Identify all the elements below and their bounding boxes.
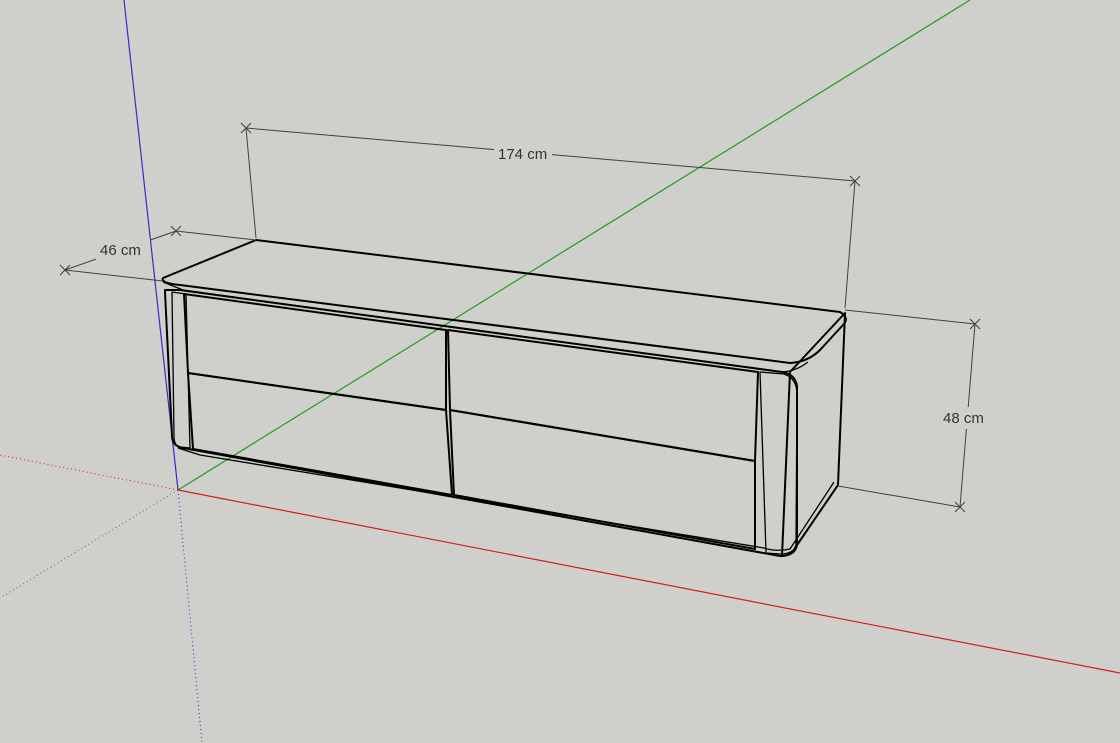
dimension-depth-label: 46 cm (100, 242, 141, 259)
drawer-top-left[interactable] (183, 293, 447, 411)
right-panel (759, 371, 798, 555)
dimension-height-label: 48 cm (943, 410, 984, 427)
drawer-bottom-left[interactable] (187, 372, 453, 496)
green-axis-hidden (0, 489, 179, 599)
sideboard-model[interactable] (161, 239, 847, 557)
dimension-width-label: 174 cm (498, 146, 547, 163)
dimension-width[interactable]: 174 cm (240, 122, 861, 309)
dimension-height[interactable]: 48 cm (837, 309, 990, 513)
red-axis (177, 489, 1120, 674)
drawer-top-right[interactable] (447, 329, 759, 462)
red-axis-hidden (0, 454, 179, 491)
dimension-depth[interactable]: 46 cm (59, 225, 257, 282)
front-frame[interactable] (164, 289, 798, 557)
drawer-bottom-right[interactable] (449, 409, 756, 550)
blue-axis-hidden (177, 489, 203, 743)
side-face[interactable] (781, 312, 846, 557)
modeling-viewport[interactable]: 174 cm 46 cm 48 cm (0, 0, 1120, 743)
